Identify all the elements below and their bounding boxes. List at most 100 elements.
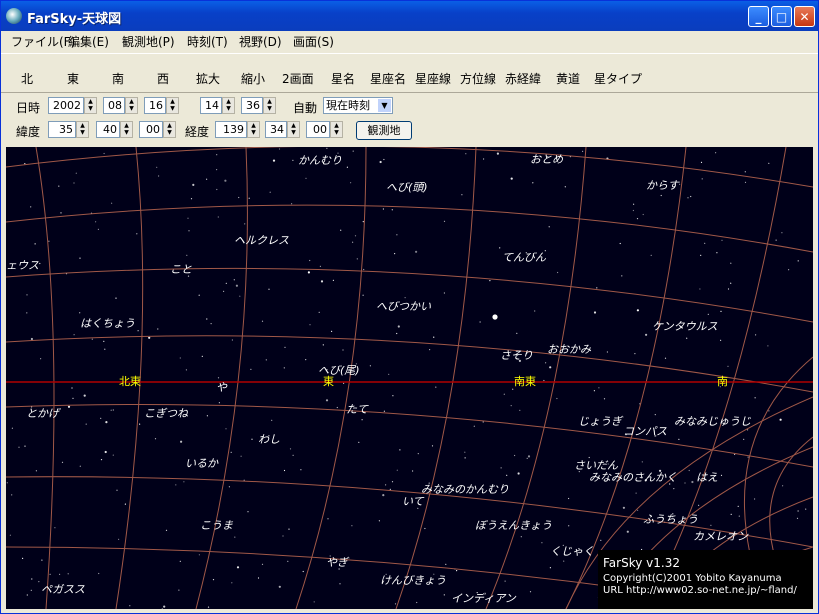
hour-input[interactable]: 14 [200,97,222,114]
star [600,539,602,541]
star [292,454,294,456]
constellation-label: からす [646,179,681,192]
auto-select[interactable]: 現在時刻 ▼ [323,97,393,114]
menu-file[interactable]: ファイル(F) [11,33,75,50]
constellation-label: ェウス [6,259,39,272]
direction-label: 南東 [514,375,536,388]
observation-site-button[interactable]: 観測地 [356,121,412,140]
star [641,461,643,463]
lat-min-input[interactable]: 40 [96,121,120,138]
year-spinner[interactable]: ▲ ▼ [84,97,97,114]
star [369,365,371,367]
tb-two-screen[interactable]: 2画面 [282,70,314,87]
star [504,580,506,582]
star [361,419,363,421]
star [343,382,345,384]
star [512,388,514,390]
sky-chart[interactable]: かんむり おとめ へび(頭) からす ヘルクレス てんびん ェウス こと へびつかい はくちょう ケ… [6,147,813,609]
tb-east[interactable]: 東 [67,70,79,87]
star [346,166,348,168]
star [40,358,42,360]
star [230,451,232,453]
star [278,148,281,150]
menu-observation-site[interactable]: 観測地(P) [122,33,175,50]
day-spinner[interactable]: ▲ ▼ [166,97,179,114]
constellation-label: おとめ [530,153,564,166]
menu-view[interactable]: 視野(D) [239,33,282,50]
tb-star-type[interactable]: 星タイプ [594,70,642,87]
tb-ecliptic[interactable]: 黄道 [556,70,580,87]
sky-canvas: かんむり おとめへび(頭) からすヘルクレスてんびんェウス ことへびつかいはくちょう ケ… [6,147,813,609]
star [326,147,328,149]
lon-min-spinner[interactable]: ▲ ▼ [287,121,300,138]
star [111,202,113,204]
tb-azimuth-lines[interactable]: 方位線 [460,70,496,87]
tb-south[interactable]: 南 [112,70,124,87]
star [9,534,11,536]
star [129,605,131,607]
star [11,427,13,429]
star [250,368,252,370]
lon-min-input[interactable]: 34 [265,121,287,138]
minute-spinner[interactable]: ▲ ▼ [263,97,276,114]
star [238,196,240,199]
star [500,467,502,469]
chevron-down-icon[interactable]: ▼ [378,99,391,112]
lat-sec-input[interactable]: 00 [139,121,163,138]
star [352,241,354,243]
lat-sec-spinner[interactable]: ▲ ▼ [163,121,176,138]
star [388,373,390,375]
star [154,438,157,440]
star [396,332,398,335]
lat-deg-spinner[interactable]: ▲ ▼ [76,121,89,138]
tb-constellation-lines[interactable]: 星座線 [415,70,451,87]
star [34,243,36,245]
star [198,294,200,296]
constellation-label: いるか [185,457,219,470]
constellation-label: や [216,381,228,394]
star [404,297,406,299]
menu-time[interactable]: 時刻(T) [187,33,228,50]
tb-west[interactable]: 西 [157,70,169,87]
lon-sec-spinner[interactable]: ▲ ▼ [330,121,343,138]
star [58,185,60,187]
hour-spinner[interactable]: ▲ ▼ [222,97,235,114]
month-input[interactable]: 08 [103,97,125,114]
star [26,312,28,314]
star [754,498,756,500]
close-button[interactable]: ✕ [794,6,815,27]
tb-star-names[interactable]: 星名 [331,70,355,87]
star [503,393,505,395]
tb-zoom-out[interactable]: 縮小 [241,70,265,87]
lon-deg-spinner[interactable]: ▲ ▼ [247,121,260,138]
star [158,175,160,177]
tb-constellation-names[interactable]: 星座名 [370,70,406,87]
star [67,405,71,408]
menu-edit[interactable]: 編集(E) [68,33,109,50]
lat-min-spinner[interactable]: ▲ ▼ [120,121,133,138]
maximize-button[interactable]: □ [771,6,792,27]
constellation-label: こと [170,263,192,276]
star [431,445,434,447]
minute-input[interactable]: 36 [241,97,263,114]
star [527,455,531,458]
title-bar[interactable]: FarSky-天球図 _ □ ✕ [1,1,818,31]
star [755,334,757,336]
minimize-button[interactable]: _ [748,6,769,27]
lon-deg-input[interactable]: 139 [215,121,247,138]
info-text: Copyright(C)2001 Yobito Kayanuma [603,573,782,584]
star [690,195,692,198]
month-spinner[interactable]: ▲ ▼ [125,97,138,114]
star [782,485,784,487]
tb-north[interactable]: 北 [21,70,33,87]
star [223,290,225,292]
year-input[interactable]: 2002 [48,97,84,114]
star [619,242,621,245]
tb-zoom-in[interactable]: 拡大 [196,70,220,87]
star [645,333,648,336]
lat-deg-input[interactable]: 35 [48,121,76,138]
lon-sec-input[interactable]: 00 [306,121,330,138]
day-input[interactable]: 16 [144,97,166,114]
menu-screen[interactable]: 画面(S) [293,33,334,50]
tb-ra-dec[interactable]: 赤経緯 [505,70,541,87]
